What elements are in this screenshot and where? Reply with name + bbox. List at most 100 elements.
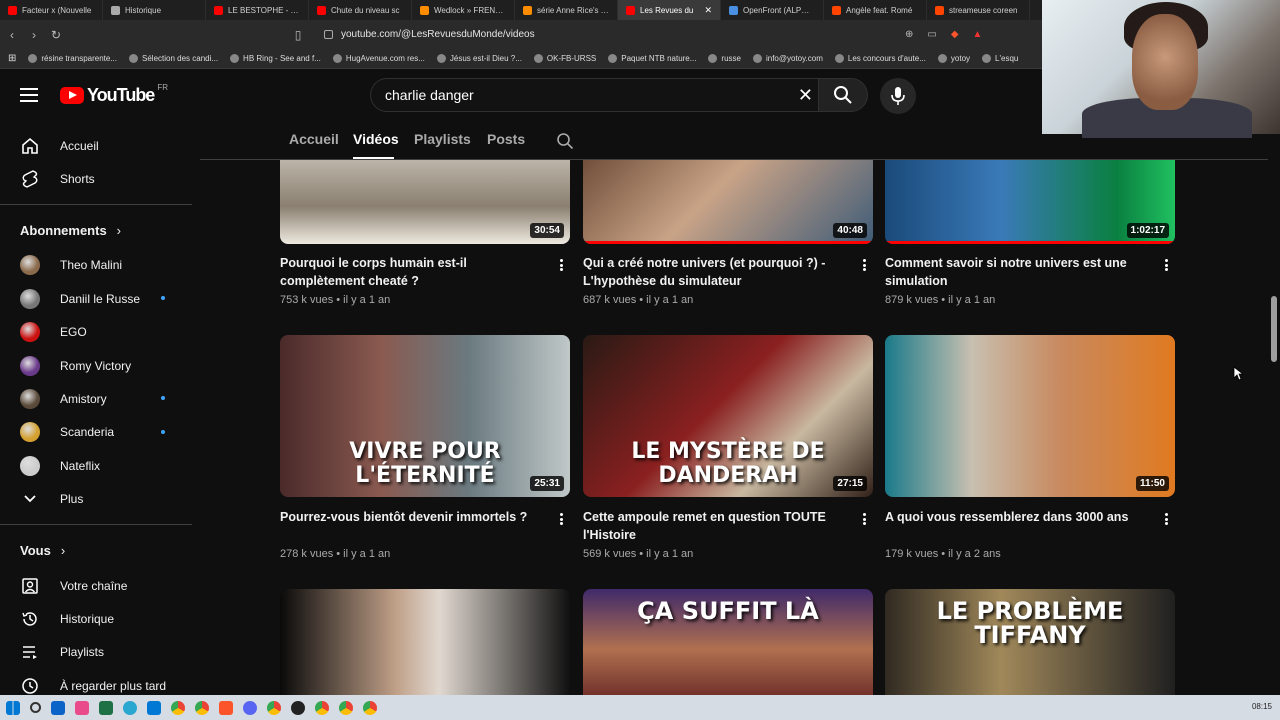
windows-start-icon[interactable] (6, 700, 20, 715)
video-thumbnail[interactable]: 11:50 (885, 335, 1175, 497)
video-thumbnail[interactable]: ÇA SUFFIT LÀ (583, 589, 873, 695)
bookmark-item[interactable]: info@yotoy.com (752, 54, 823, 63)
bookmark-item[interactable]: russe (708, 54, 741, 63)
sidebar-item-subscription[interactable]: Romy Victory (0, 349, 195, 382)
edge-icon[interactable] (123, 700, 137, 715)
search-input[interactable]: charlie danger ✕ (370, 78, 824, 112)
bookmark-item[interactable]: Sélection des candi... (129, 54, 218, 63)
chrome-icon[interactable] (195, 700, 209, 715)
you-header[interactable]: Vous › (0, 533, 195, 569)
sidebar-item-subscription[interactable]: Amistory (0, 382, 195, 415)
sidebar-item-accueil[interactable]: Accueil (0, 129, 195, 162)
video-thumbnail[interactable]: 1:02:17 (885, 160, 1175, 244)
tab-accueil[interactable]: Accueil (289, 131, 339, 147)
sidebar-item-historique[interactable]: Historique (0, 602, 195, 635)
discord-icon[interactable] (243, 700, 257, 715)
chrome-icon[interactable] (171, 700, 185, 715)
chrome-icon[interactable] (339, 700, 353, 715)
sidebar-item-playlists[interactable]: Playlists (0, 636, 195, 669)
chrome-icon[interactable] (363, 700, 377, 715)
scrollbar[interactable] (1268, 121, 1280, 695)
outlook-icon[interactable] (51, 700, 65, 715)
zoom-icon[interactable]: ⊕ (905, 29, 913, 40)
voice-search-button[interactable] (880, 78, 916, 114)
browser-tab[interactable]: Wedlock » FRENCH (412, 0, 515, 20)
browser-tab[interactable]: Les Revues du ✕ (618, 0, 721, 20)
more-actions-icon[interactable] (859, 511, 869, 527)
video-title[interactable]: Cette ampoule remet en question TOUTE l'… (583, 508, 838, 544)
video-title[interactable]: Qui a créé notre univers (et pourquoi ?)… (583, 254, 838, 290)
sidebar-item-votre-chaine[interactable]: Votre chaîne (0, 569, 195, 602)
channel-search-icon[interactable] (556, 132, 574, 150)
browser-tab[interactable]: streameuse coreen (927, 0, 1030, 20)
excel-icon[interactable] (99, 700, 113, 715)
tab-posts[interactable]: Posts (487, 131, 525, 147)
chrome-icon[interactable] (315, 700, 329, 715)
video-title[interactable]: Comment savoir si notre univers est une … (885, 254, 1140, 290)
browser-tab[interactable]: série Anne Rice's Ta (515, 0, 618, 20)
brave-icon[interactable] (219, 700, 233, 715)
bookmark-item[interactable]: OK-FB-URSS (533, 54, 596, 63)
bookmark-item[interactable]: HugAvenue.com res... (332, 54, 425, 63)
search-icon[interactable] (30, 702, 41, 713)
sidebar-item-subscription[interactable]: Scanderia (0, 416, 195, 449)
browser-tab[interactable]: Chute du niveau sc (309, 0, 412, 20)
video-title[interactable]: Pourquoi le corps humain est-il complète… (280, 254, 535, 290)
obs-icon[interactable] (291, 700, 305, 715)
video-thumbnail[interactable]: 40:48 (583, 160, 873, 244)
more-actions-icon[interactable] (1161, 511, 1171, 527)
browser-tab[interactable]: Historique (103, 0, 206, 20)
close-tab-icon[interactable]: ✕ (704, 5, 712, 16)
bookmark-item[interactable]: yotoy (937, 54, 970, 63)
bookmark-item[interactable]: Jésus est-il Dieu ?... (436, 54, 522, 63)
tab-playlists[interactable]: Playlists (414, 131, 471, 147)
browser-tab[interactable]: LE BESTOPHE - La s (206, 0, 309, 20)
video-thumbnail[interactable]: VIVRE POUR L'ÉTERNITÉ 25:31 (280, 335, 570, 497)
video-thumbnail[interactable]: 30:54 (280, 160, 570, 244)
browser-tab[interactable]: OpenFront (ALPHA) (721, 0, 824, 20)
back-icon[interactable]: ‹ (6, 28, 18, 42)
video-thumbnail[interactable]: LE MYSTÈRE DE DANDERAH 27:15 (583, 335, 873, 497)
video-thumbnail[interactable]: LE PROBLÈME TIFFANY (885, 589, 1175, 695)
video-title[interactable]: Pourrez-vous bientôt devenir immortels ? (280, 508, 535, 526)
bookmark-item[interactable]: HB Ring - See and f... (230, 54, 321, 63)
outlook-icon[interactable] (147, 700, 161, 715)
more-actions-icon[interactable] (859, 257, 869, 273)
forward-icon[interactable]: › (28, 28, 40, 42)
sidebar-item-subscription[interactable]: Daniil le Russe (0, 282, 195, 315)
cast-icon[interactable]: ▭ (927, 29, 936, 40)
sidebar-item-shorts[interactable]: Shorts (0, 162, 195, 195)
bookmark-item[interactable]: Les concours d'aute... (834, 54, 926, 63)
search-button[interactable] (818, 78, 868, 112)
sidebar-item-watch-later[interactable]: À regarder plus tard (0, 669, 195, 695)
sidebar-item-more[interactable]: Plus (0, 483, 195, 516)
clear-search-icon[interactable]: ✕ (798, 85, 813, 106)
sidebar-item-subscription[interactable]: Theo Malini (0, 249, 195, 282)
bookmark-item[interactable]: Paquet NTB nature... (608, 54, 696, 63)
tab-videos[interactable]: Vidéos (353, 131, 399, 147)
app-icon[interactable] (75, 700, 89, 715)
brave-shield-icon[interactable]: ◆ (951, 29, 959, 40)
scrollbar-thumb[interactable] (1271, 296, 1277, 362)
browser-tab[interactable]: Angèle feat. Romé (824, 0, 927, 20)
bookmark-icon[interactable]: ▯ (292, 28, 304, 42)
sidebar-item-subscription[interactable]: EGO (0, 316, 195, 349)
bookmark-item[interactable]: L'esqu (982, 54, 1018, 63)
reload-icon[interactable]: ↻ (50, 28, 62, 42)
bookmark-item[interactable]: résine transparente... (28, 54, 117, 63)
chrome-icon[interactable] (267, 700, 281, 715)
site-info-icon[interactable] (324, 30, 333, 39)
youtube-logo[interactable]: YouTube FR (60, 83, 168, 106)
more-actions-icon[interactable] (1161, 257, 1171, 273)
more-actions-icon[interactable] (556, 257, 566, 273)
more-actions-icon[interactable] (556, 511, 566, 527)
menu-icon[interactable] (20, 88, 38, 102)
url-field[interactable]: ▯ youtube.com/@LesRevuesduMonde/videos (292, 28, 535, 42)
browser-tab[interactable]: Facteur x (Nouvelle (0, 0, 103, 20)
video-thumbnail[interactable] (280, 589, 570, 695)
subscriptions-header[interactable]: Abonnements › (0, 213, 195, 249)
apps-icon[interactable]: ⊞ (8, 53, 16, 64)
sidebar-item-subscription[interactable]: Nateflix (0, 449, 195, 482)
rewards-icon[interactable]: ▲ (973, 29, 983, 40)
video-title[interactable]: A quoi vous ressemblerez dans 3000 ans (885, 508, 1140, 526)
